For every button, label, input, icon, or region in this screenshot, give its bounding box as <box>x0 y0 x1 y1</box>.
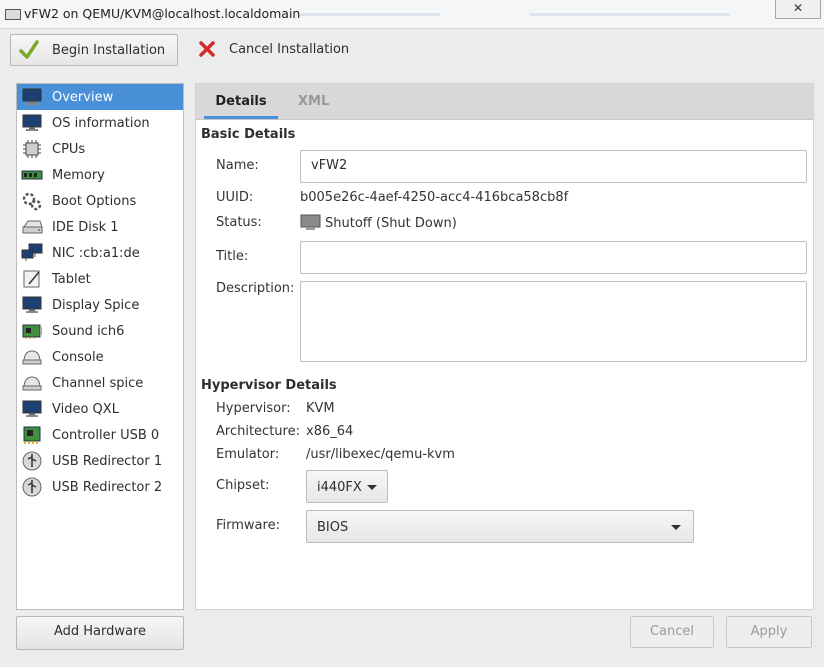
tab-xml[interactable]: XML <box>298 84 329 119</box>
status-value: Shutoff (Shut Down) <box>300 214 457 232</box>
window-title: vFW2 on QEMU/KVM@localhost.localdomain <box>24 6 301 21</box>
apply-button[interactable]: Apply <box>726 616 812 648</box>
sidebar-item-label: NIC :cb:a1:de <box>52 245 140 261</box>
description-label: Description: <box>216 281 295 296</box>
firmware-label: Firmware: <box>216 518 280 533</box>
sidebar-item-label: Console <box>52 349 104 365</box>
basic-details-heading: Basic Details <box>201 127 296 142</box>
description-field[interactable] <box>300 281 807 362</box>
vm-window-icon <box>5 9 21 20</box>
sidebar-item-ide-disk-1[interactable]: IDE Disk 1 <box>17 214 183 240</box>
sidebar-item-os-information[interactable]: OS information <box>17 110 183 136</box>
gears-icon <box>20 190 44 212</box>
sidebar-item-usb-redirector-2[interactable]: USB Redirector 2 <box>17 474 183 500</box>
usb-icon <box>20 476 44 498</box>
emulator-label: Emulator: <box>216 447 280 462</box>
chevron-down-icon <box>671 525 681 530</box>
status-label: Status: <box>216 215 262 230</box>
sidebar-item-video-qxl[interactable]: Video QXL <box>17 396 183 422</box>
sidebar-item-nic[interactable]: NIC :cb:a1:de <box>17 240 183 266</box>
sidebar-item-boot-options[interactable]: Boot Options <box>17 188 183 214</box>
serial-icon <box>20 346 44 368</box>
sidebar-item-cpus[interactable]: CPUs <box>17 136 183 162</box>
sidebar-item-label: Display Spice <box>52 297 140 313</box>
shutoff-monitor-icon <box>300 214 321 230</box>
sidebar-item-console[interactable]: Console <box>17 344 183 370</box>
hypervisor-label: Hypervisor: <box>216 401 291 416</box>
tablet-icon <box>20 268 44 290</box>
sidebar-item-controller-usb-0[interactable]: Controller USB 0 <box>17 422 183 448</box>
sidebar-item-memory[interactable]: Memory <box>17 162 183 188</box>
sidebar-item-label: Boot Options <box>52 193 137 209</box>
sidebar-item-sound-ich6[interactable]: Sound ich6 <box>17 318 183 344</box>
tab-bar: Details XML <box>196 84 813 120</box>
cancel-installation-button[interactable]: Cancel Installation <box>190 34 360 64</box>
sidebar-item-label: IDE Disk 1 <box>52 219 119 235</box>
hypervisor-details-heading: Hypervisor Details <box>201 378 337 393</box>
memory-icon <box>20 164 44 186</box>
sidebar-item-label: Sound ich6 <box>52 323 125 339</box>
name-field[interactable]: vFW2 <box>300 150 807 183</box>
sidebar-item-label: CPUs <box>52 141 86 157</box>
uuid-label: UUID: <box>216 190 254 205</box>
titlebar-ghost-artifact-2 <box>530 13 730 16</box>
chipset-dropdown[interactable]: i440FX <box>306 470 388 503</box>
chipset-value: i440FX <box>317 480 362 495</box>
emulator-value: /usr/libexec/qemu-kvm <box>306 447 455 462</box>
sidebar-item-label: Memory <box>52 167 105 183</box>
tab-details[interactable]: Details <box>204 84 278 119</box>
window-titlebar: vFW2 on QEMU/KVM@localhost.localdomain ✕ <box>0 0 824 29</box>
hardware-list: Overview OS information CPUs Memory Boot… <box>16 83 184 610</box>
firmware-value: BIOS <box>317 520 349 535</box>
sidebar-item-overview[interactable]: Overview <box>17 84 183 110</box>
sidebar-item-label: USB Redirector 2 <box>52 479 163 495</box>
toolbar: Begin Installation Cancel Installation <box>0 29 824 71</box>
sidebar-item-label: Tablet <box>52 271 91 287</box>
cancel-installation-label: Cancel Installation <box>229 41 350 57</box>
begin-installation-button[interactable]: Begin Installation <box>10 34 178 66</box>
title-label: Title: <box>216 249 249 264</box>
sidebar-item-label: Channel spice <box>52 375 144 391</box>
sidebar-item-label: USB Redirector 1 <box>52 453 163 469</box>
sidebar-item-label: OS information <box>52 115 150 131</box>
pci-card-icon <box>20 424 44 446</box>
monitor-icon <box>20 86 44 108</box>
monitor-icon <box>20 112 44 134</box>
sidebar-item-tablet[interactable]: Tablet <box>17 266 183 292</box>
name-label: Name: <box>216 158 259 173</box>
architecture-value: x86_64 <box>306 424 354 439</box>
begin-installation-label: Begin Installation <box>52 42 166 58</box>
name-field-value: vFW2 <box>311 158 348 173</box>
cancel-button[interactable]: Cancel <box>630 616 714 648</box>
monitor-icon <box>20 398 44 420</box>
firmware-dropdown[interactable]: BIOS <box>306 510 694 543</box>
usb-icon <box>20 450 44 472</box>
sidebar-item-channel-spice[interactable]: Channel spice <box>17 370 183 396</box>
red-x-icon <box>199 41 215 57</box>
sidebar-item-label: Controller USB 0 <box>52 427 160 443</box>
hypervisor-value: KVM <box>306 401 335 416</box>
network-icon <box>20 242 44 264</box>
titlebar-ghost-artifact <box>300 13 440 16</box>
checkmark-icon <box>19 40 39 59</box>
uuid-value: b005e26c-4aef-4250-acc4-416bca58cb8f <box>300 190 569 205</box>
monitor-icon <box>20 294 44 316</box>
sidebar-item-display-spice[interactable]: Display Spice <box>17 292 183 318</box>
sound-card-icon <box>20 320 44 342</box>
close-button[interactable]: ✕ <box>775 0 821 19</box>
cpu-icon <box>20 138 44 160</box>
disk-icon <box>20 216 44 238</box>
serial-icon <box>20 372 44 394</box>
sidebar-item-label: Video QXL <box>52 401 119 417</box>
sidebar-item-label: Overview <box>52 89 114 105</box>
title-field[interactable] <box>300 241 807 274</box>
sidebar-item-usb-redirector-1[interactable]: USB Redirector 1 <box>17 448 183 474</box>
architecture-label: Architecture: <box>216 424 300 439</box>
chipset-label: Chipset: <box>216 478 270 493</box>
status-text: Shutoff (Shut Down) <box>325 215 457 231</box>
add-hardware-button[interactable]: Add Hardware <box>16 616 184 650</box>
details-panel: Details XML Basic Details Name: vFW2 UUI… <box>195 83 814 610</box>
chevron-down-icon <box>367 485 377 490</box>
